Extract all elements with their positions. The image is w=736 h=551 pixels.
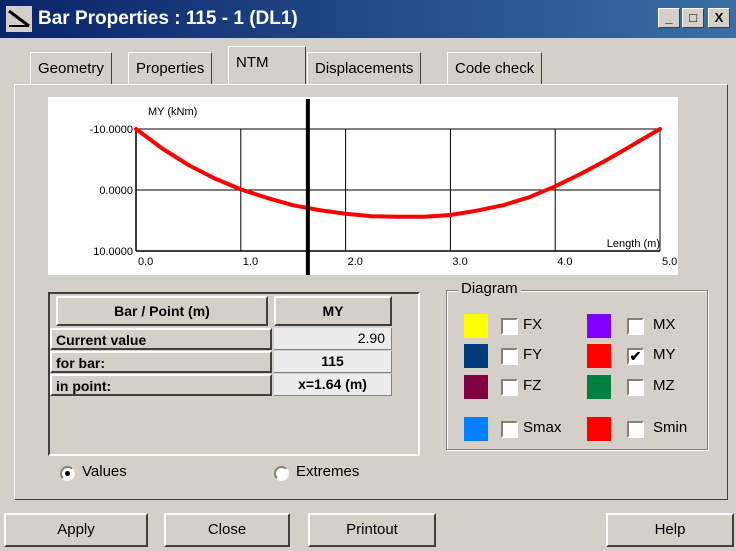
fx-color-swatch (464, 314, 488, 338)
bar-number-value: 115 (274, 351, 392, 373)
fz-color-swatch (464, 375, 488, 399)
minimize-button[interactable]: _ (658, 8, 680, 28)
x-tick-label-4: 4.0 (557, 256, 572, 268)
my-series-line (134, 127, 662, 219)
mx-label: MX (653, 316, 676, 333)
y-tick-label-1: 0.0000 (99, 185, 133, 197)
close-button[interactable]: Close (164, 513, 290, 547)
x-tick-label-5: 5.0 (662, 256, 677, 268)
row-label-for-bar: for bar: (50, 351, 272, 373)
tab-properties[interactable]: Properties (128, 52, 213, 84)
y-tick-label-0: -10.0000 (90, 124, 133, 136)
mz-label: MZ (653, 377, 675, 394)
y-tick-label-2: 10.0000 (93, 246, 133, 258)
table-header-my[interactable]: MY (274, 296, 392, 326)
smax-checkbox[interactable] (501, 421, 518, 438)
x-tick-label-2: 2.0 (348, 256, 363, 268)
values-radio-label[interactable]: Values (82, 463, 127, 480)
tab-ntm[interactable]: NTM (228, 46, 306, 84)
current-value: 2.90 (274, 328, 392, 350)
values-table: Bar / Point (m) MY Current value 2.90 fo… (48, 292, 420, 456)
chart-grid (135, 128, 661, 252)
row-label-current-value: Current value (50, 328, 272, 350)
my-color-swatch (587, 344, 611, 368)
maximize-button[interactable]: □ (682, 8, 704, 28)
fz-checkbox[interactable] (501, 379, 518, 396)
mx-color-swatch (587, 314, 611, 338)
window-title: Bar Properties : 115 - 1 (DL1) (38, 8, 298, 29)
fx-checkbox[interactable] (501, 318, 518, 335)
fz-label: FZ (523, 377, 542, 394)
smax-color-swatch (464, 417, 488, 441)
row-label-in-point: in point: (50, 374, 272, 396)
fy-color-swatch (464, 344, 488, 368)
my-diagram-chart[interactable]: 0.0 1.0 2.0 3.0 4.0 5.0 -10.0000 0.0000 10.0000… (48, 97, 678, 275)
x-axis-label: Length (m) (607, 238, 660, 250)
smax-label: Smax (523, 419, 562, 436)
bar-icon (6, 6, 32, 32)
bar-properties-window: Bar Properties : 115 - 1 (DL1) _ □ X Geo… (0, 0, 736, 551)
fy-label: FY (523, 346, 543, 363)
y-axis-label: MY (kNm) (148, 106, 197, 118)
help-button[interactable]: Help (606, 513, 734, 547)
my-label: MY (653, 346, 676, 363)
close-window-button[interactable]: X (708, 8, 730, 28)
printout-button[interactable]: Printout (308, 513, 436, 547)
mz-checkbox[interactable] (627, 379, 644, 396)
mz-color-swatch (587, 375, 611, 399)
x-tick-labels: 0.0 1.0 2.0 3.0 4.0 5.0 (138, 256, 677, 268)
diagram-group-title: Diagram (458, 280, 521, 297)
my-checkbox[interactable]: ✔ (627, 348, 644, 365)
smin-checkbox[interactable] (627, 421, 644, 438)
extremes-radio-label[interactable]: Extremes (296, 463, 359, 480)
y-tick-labels: -10.0000 0.0000 10.0000 (90, 124, 133, 258)
tab-code-check[interactable]: Code check (447, 52, 543, 84)
fy-checkbox[interactable] (501, 348, 518, 365)
point-value: x=1.64 (m) (274, 374, 392, 396)
smin-label: Smin (653, 419, 688, 436)
mx-checkbox[interactable] (627, 318, 644, 335)
apply-button[interactable]: Apply (4, 513, 148, 547)
fx-label: FX (523, 316, 543, 333)
tab-geometry[interactable]: Geometry (30, 52, 112, 84)
table-header-bar-point[interactable]: Bar / Point (m) (56, 296, 268, 326)
tab-displacements[interactable]: Displacements (307, 52, 422, 84)
title-bar[interactable]: Bar Properties : 115 - 1 (DL1) _ □ X (0, 0, 736, 38)
x-tick-label-3: 3.0 (452, 256, 467, 268)
chart-svg: 0.0 1.0 2.0 3.0 4.0 5.0 -10.0000 0.0000 10.0000… (90, 99, 677, 275)
x-tick-label-0: 0.0 (138, 256, 153, 268)
values-radio[interactable] (60, 466, 75, 481)
extremes-radio[interactable] (274, 466, 289, 481)
smin-color-swatch (587, 417, 611, 441)
x-tick-label-1: 1.0 (243, 256, 258, 268)
